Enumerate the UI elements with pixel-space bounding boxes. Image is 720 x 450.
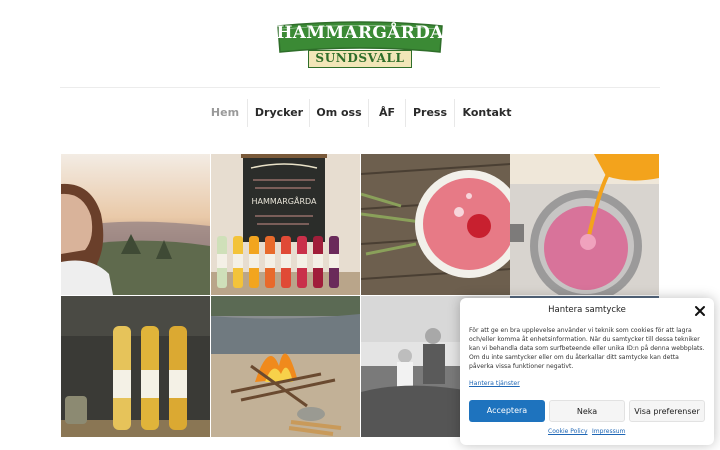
gallery-tile-campfire[interactable] [211, 296, 360, 437]
nav-separator [309, 99, 310, 127]
nav-item-kontakt[interactable]: Kontakt [458, 99, 516, 127]
accept-button[interactable]: Acceptera [469, 400, 545, 422]
nav-separator [368, 99, 369, 127]
consent-title: Hantera samtycke [548, 305, 626, 315]
gallery-tile-woman[interactable] [61, 154, 210, 295]
cookie-policy-link[interactable]: Cookie Policy [548, 428, 588, 435]
nav-item-press[interactable]: Press [408, 99, 452, 127]
logo-title: HAMMARGÅRDA [276, 23, 444, 43]
preferences-button[interactable]: Visa preferenser [629, 400, 705, 422]
consent-body: För att ge en bra upplevelse använder vi… [469, 327, 705, 370]
nav-item-drycker[interactable]: Drycker [250, 99, 308, 127]
impressum-link[interactable]: Impressum [592, 428, 625, 435]
logo-subtitle: SUNDSVALL [315, 51, 405, 65]
manage-services-link[interactable]: Hantera tjänster [469, 380, 520, 387]
nav-item-hem[interactable]: Hem [206, 99, 244, 127]
main-nav: Hem Drycker Om oss ÅF Press Kontakt [0, 99, 720, 127]
gallery-tile-pot[interactable] [510, 154, 659, 295]
chalkboard-text: HAMMARGÅRDA [251, 195, 317, 206]
nav-separator [405, 99, 406, 127]
nav-separator [454, 99, 455, 127]
nav-separator [247, 99, 248, 127]
close-icon[interactable] [694, 305, 706, 317]
gallery-tile-dessert[interactable] [361, 154, 510, 295]
deny-button[interactable]: Neka [549, 400, 625, 422]
nav-item-om-oss[interactable]: Om oss [312, 99, 366, 127]
cookie-consent-dialog: Hantera samtycke För att ge en bra upple… [460, 298, 714, 445]
site-logo[interactable]: HAMMARGÅRDA SUNDSVALL [276, 20, 444, 70]
header-divider [60, 87, 660, 88]
nav-item-af[interactable]: ÅF [371, 99, 403, 127]
gallery-tile-bottles[interactable]: HAMMARGÅRDA [211, 154, 360, 295]
gallery-tile-cider[interactable] [61, 296, 210, 437]
